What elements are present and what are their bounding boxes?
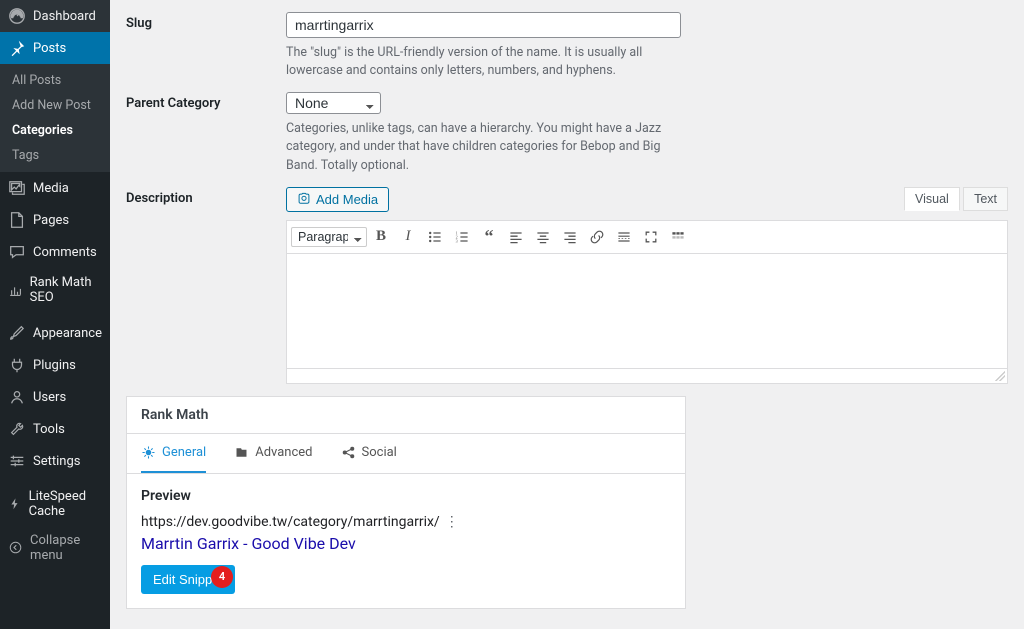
sidebar-label: Comments — [33, 245, 97, 260]
sidebar-item-users[interactable]: Users — [0, 381, 110, 413]
wrench-icon — [8, 420, 26, 438]
bullet-list-button[interactable] — [422, 223, 448, 251]
tab-social[interactable]: Social — [341, 434, 397, 473]
serp-title: Marrtin Garrix - Good Vibe Dev — [141, 534, 671, 553]
sidebar-item-appearance[interactable]: Appearance — [0, 317, 110, 349]
sidebar-label: Dashboard — [33, 9, 96, 24]
sidebar-item-collapse[interactable]: Collapse menu — [0, 526, 110, 570]
user-icon — [8, 388, 26, 406]
sidebar-item-rankmath[interactable]: Rank Math SEO — [0, 268, 110, 312]
media-icon — [8, 179, 26, 197]
sidebar-submenu-posts: All Posts Add New Post Categories Tags — [0, 64, 110, 172]
sidebar-label: LiteSpeed Cache — [29, 489, 102, 519]
quote-button[interactable]: “ — [476, 223, 502, 251]
serp-url: https://dev.goodvibe.tw/category/marrtin… — [141, 514, 671, 530]
tab-general[interactable]: General — [141, 434, 206, 473]
toolbar-toggle-button[interactable] — [665, 223, 691, 251]
align-center-button[interactable] — [530, 223, 556, 251]
dashboard-icon — [8, 7, 26, 25]
rankmath-title: Rank Math — [127, 397, 685, 434]
parent-label: Parent Category — [126, 92, 271, 111]
pin-icon — [8, 39, 26, 57]
sidebar-label: Tools — [33, 422, 65, 437]
editor-resize-handle[interactable] — [286, 369, 1008, 384]
collapse-icon — [8, 539, 23, 557]
bold-button[interactable]: B — [368, 223, 394, 251]
number-list-button[interactable]: 123 — [449, 223, 475, 251]
svg-text:3: 3 — [456, 238, 458, 243]
sidebar-item-tools[interactable]: Tools — [0, 413, 110, 445]
add-media-button[interactable]: Add Media — [286, 187, 389, 212]
sidebar-item-litespeed[interactable]: LiteSpeed Cache — [0, 482, 110, 526]
sidebar-sub-allposts[interactable]: All Posts — [0, 68, 110, 93]
sidebar-sub-categories[interactable]: Categories — [0, 118, 110, 143]
sidebar-sub-addnew[interactable]: Add New Post — [0, 93, 110, 118]
serp-menu-icon[interactable]: ⋮ — [445, 514, 459, 530]
sliders-icon — [8, 452, 26, 470]
comments-icon — [8, 243, 26, 261]
sidebar-sub-tags[interactable]: Tags — [0, 143, 110, 168]
sidebar-label: Posts — [33, 41, 66, 56]
preview-label: Preview — [141, 488, 671, 504]
sidebar-item-dashboard[interactable]: Dashboard — [0, 0, 110, 32]
link-button[interactable] — [584, 223, 610, 251]
brush-icon — [8, 324, 26, 342]
editor-tab-visual[interactable]: Visual — [904, 187, 960, 211]
sidebar-label: Settings — [33, 454, 80, 469]
parent-help: Categories, unlike tags, can have a hier… — [286, 120, 676, 174]
editor-tab-text[interactable]: Text — [963, 187, 1008, 211]
sidebar-item-posts[interactable]: Posts — [0, 32, 110, 64]
sidebar-label: Appearance — [33, 326, 102, 341]
bolt-icon — [8, 495, 22, 513]
align-right-button[interactable] — [557, 223, 583, 251]
fullscreen-button[interactable] — [638, 223, 664, 251]
sidebar-label: Plugins — [33, 358, 76, 373]
editor-toolbar: Paragraph B I 123 “ — [286, 220, 1008, 254]
italic-button[interactable]: I — [395, 223, 421, 251]
plug-icon — [8, 356, 26, 374]
sidebar-item-settings[interactable]: Settings — [0, 445, 110, 477]
sidebar-item-comments[interactable]: Comments — [0, 236, 110, 268]
slug-help: The "slug" is the URL-friendly version o… — [286, 44, 676, 80]
step-badge: 4 — [211, 566, 233, 588]
slug-label: Slug — [126, 12, 271, 31]
editor-body[interactable] — [286, 254, 1008, 369]
insert-more-button[interactable] — [611, 223, 637, 251]
description-label: Description — [126, 187, 271, 206]
chart-icon — [8, 281, 23, 299]
sidebar-item-pages[interactable]: Pages — [0, 204, 110, 236]
slug-input[interactable] — [286, 12, 681, 38]
tab-advanced[interactable]: Advanced — [234, 434, 312, 473]
format-select[interactable]: Paragraph — [291, 227, 367, 247]
sidebar-label: Collapse menu — [30, 533, 102, 563]
sidebar-item-plugins[interactable]: Plugins — [0, 349, 110, 381]
sidebar-item-media[interactable]: Media — [0, 172, 110, 204]
sidebar-label: Media — [33, 181, 69, 196]
pages-icon — [8, 211, 26, 229]
align-left-button[interactable] — [503, 223, 529, 251]
sidebar-label: Pages — [33, 213, 69, 228]
sidebar-label: Users — [33, 390, 66, 405]
sidebar-label: Rank Math SEO — [30, 275, 102, 305]
parent-select[interactable]: None — [286, 92, 381, 114]
